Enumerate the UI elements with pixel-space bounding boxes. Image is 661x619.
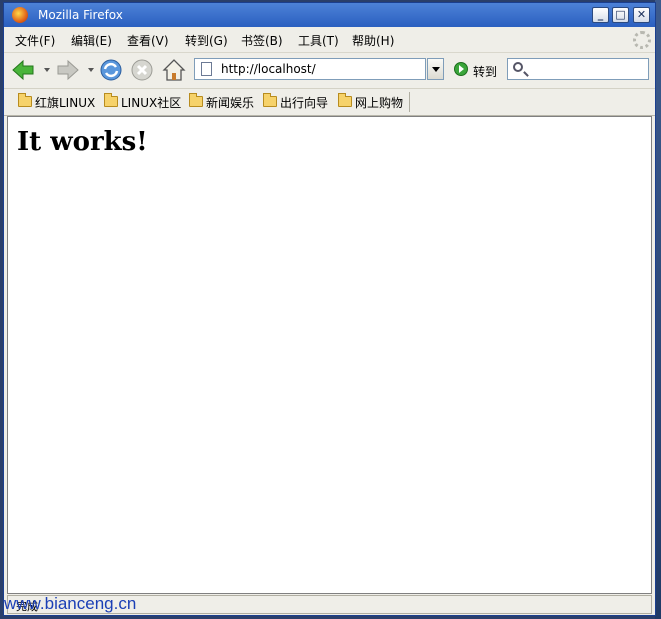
firefox-logo-icon: [12, 7, 28, 23]
maximize-button[interactable]: □: [612, 7, 629, 23]
url-bar[interactable]: http://localhost/: [194, 58, 426, 80]
back-history-dropdown-icon[interactable]: [44, 68, 50, 72]
menu-help[interactable]: 帮助(H): [352, 32, 394, 49]
bookmark-label: 出行向导: [280, 96, 329, 110]
throbber-icon: [633, 31, 651, 49]
stop-icon[interactable]: [129, 57, 155, 83]
bookmark-label: LINUX社区: [121, 96, 182, 110]
page-icon: [201, 62, 212, 76]
menu-edit[interactable]: 编辑(E): [71, 32, 112, 49]
bookmark-label: 红旗LINUX: [35, 96, 96, 110]
toolbar-divider: [409, 92, 410, 112]
menu-tools[interactable]: 工具(T): [298, 32, 339, 49]
browser-window: Mozilla Firefox _ □ ✕ 文件(F) 编辑(E) 查看(V) …: [3, 2, 656, 616]
url-history-dropdown-icon[interactable]: [427, 58, 444, 80]
bookmark-label: 网上购物: [355, 96, 404, 110]
folder-icon: [104, 93, 118, 107]
go-button-label[interactable]: 转到: [473, 63, 497, 80]
reload-icon[interactable]: [98, 57, 124, 83]
folder-icon: [263, 93, 277, 107]
back-icon[interactable]: [10, 57, 36, 83]
url-text[interactable]: http://localhost/: [221, 62, 316, 76]
search-icon[interactable]: [513, 62, 523, 72]
navigation-toolbar: http://localhost/ 转到: [4, 53, 655, 89]
close-button[interactable]: ✕: [633, 7, 650, 23]
menu-go[interactable]: 转到(G): [185, 32, 228, 49]
window-title: Mozilla Firefox: [38, 8, 123, 22]
page-content[interactable]: It works!: [7, 116, 652, 594]
forward-history-dropdown-icon[interactable]: [88, 68, 94, 72]
title-bar[interactable]: Mozilla Firefox _ □ ✕: [4, 3, 655, 27]
bookmark-label: 新闻娱乐: [206, 96, 255, 110]
folder-icon: [189, 93, 203, 107]
go-icon[interactable]: [454, 62, 468, 76]
menu-view[interactable]: 查看(V): [127, 32, 169, 49]
menu-bar: 文件(F) 编辑(E) 查看(V) 转到(G) 书签(B) 工具(T) 帮助(H…: [4, 27, 655, 53]
minimize-button[interactable]: _: [592, 7, 609, 23]
home-icon[interactable]: [161, 57, 187, 83]
folder-icon: [338, 93, 352, 107]
folder-icon: [18, 93, 32, 107]
forward-icon[interactable]: [55, 57, 81, 83]
menu-file[interactable]: 文件(F): [15, 32, 55, 49]
bookmarks-toolbar: 红旗LINUX LINUX社区 新闻娱乐 出行向导 网上购物: [4, 89, 655, 116]
search-input[interactable]: [507, 58, 649, 80]
menu-bookmarks[interactable]: 书签(B): [241, 32, 283, 49]
page-heading: It works!: [17, 127, 148, 157]
watermark: www.bianceng.cn: [4, 594, 137, 613]
